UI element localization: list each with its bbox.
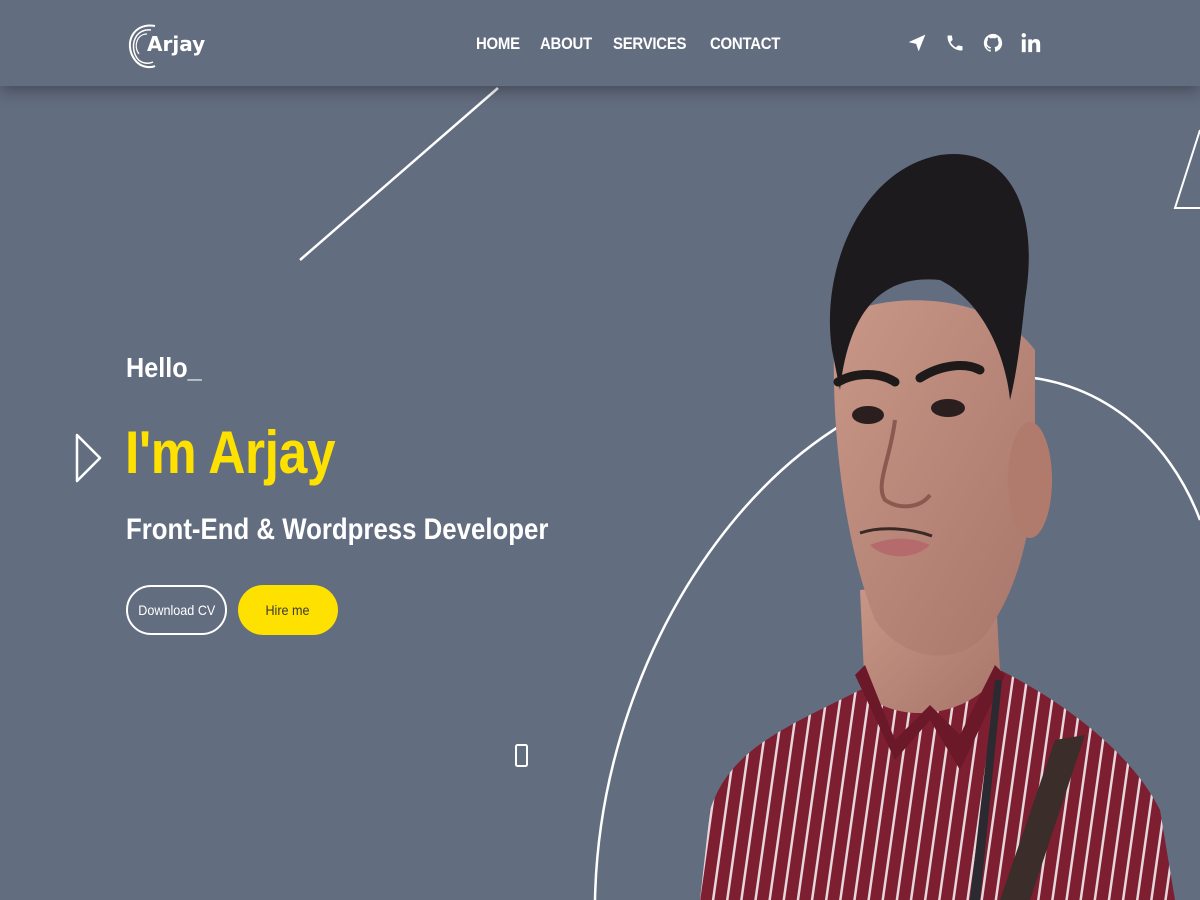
nav-contact[interactable]: CONTACT xyxy=(710,34,780,54)
phone-icon xyxy=(947,35,963,51)
social-links xyxy=(906,28,1042,58)
linkedin-icon xyxy=(1021,33,1041,53)
download-cv-button[interactable]: Download CV xyxy=(126,585,227,635)
hero-name: I'm Arjay xyxy=(125,419,336,486)
nav-about[interactable]: ABOUT xyxy=(540,34,592,54)
phone-link[interactable] xyxy=(944,28,966,58)
github-icon xyxy=(983,33,1003,52)
mobile-device-icon xyxy=(515,744,528,767)
hero-greeting: Hello_ xyxy=(126,352,202,383)
logo-text: Arjay xyxy=(147,32,206,56)
portrait-photo xyxy=(700,153,1175,900)
play-triangle-icon xyxy=(75,433,102,483)
linkedin-link[interactable] xyxy=(1020,28,1042,58)
nav-home[interactable]: HOME xyxy=(476,34,520,54)
github-link[interactable] xyxy=(982,28,1004,58)
hire-me-button[interactable]: Hire me xyxy=(238,585,338,635)
decorative-line xyxy=(299,87,499,261)
site-header: Arjay HOME ABOUT SERVICES CONTACT xyxy=(0,0,1200,86)
main-nav: HOME ABOUT SERVICES CONTACT xyxy=(476,34,784,54)
nav-services[interactable]: SERVICES xyxy=(613,34,687,54)
send-link[interactable] xyxy=(906,28,928,58)
logo[interactable]: Arjay xyxy=(125,18,205,70)
hero-role: Front-End & Wordpress Developer xyxy=(126,513,549,546)
send-icon xyxy=(908,34,926,52)
ear xyxy=(1008,422,1052,538)
page: Arjay HOME ABOUT SERVICES CONTACT Hello_… xyxy=(0,0,1200,900)
download-cv-label: Download CV xyxy=(137,602,216,618)
hire-me-label: Hire me xyxy=(265,602,311,618)
